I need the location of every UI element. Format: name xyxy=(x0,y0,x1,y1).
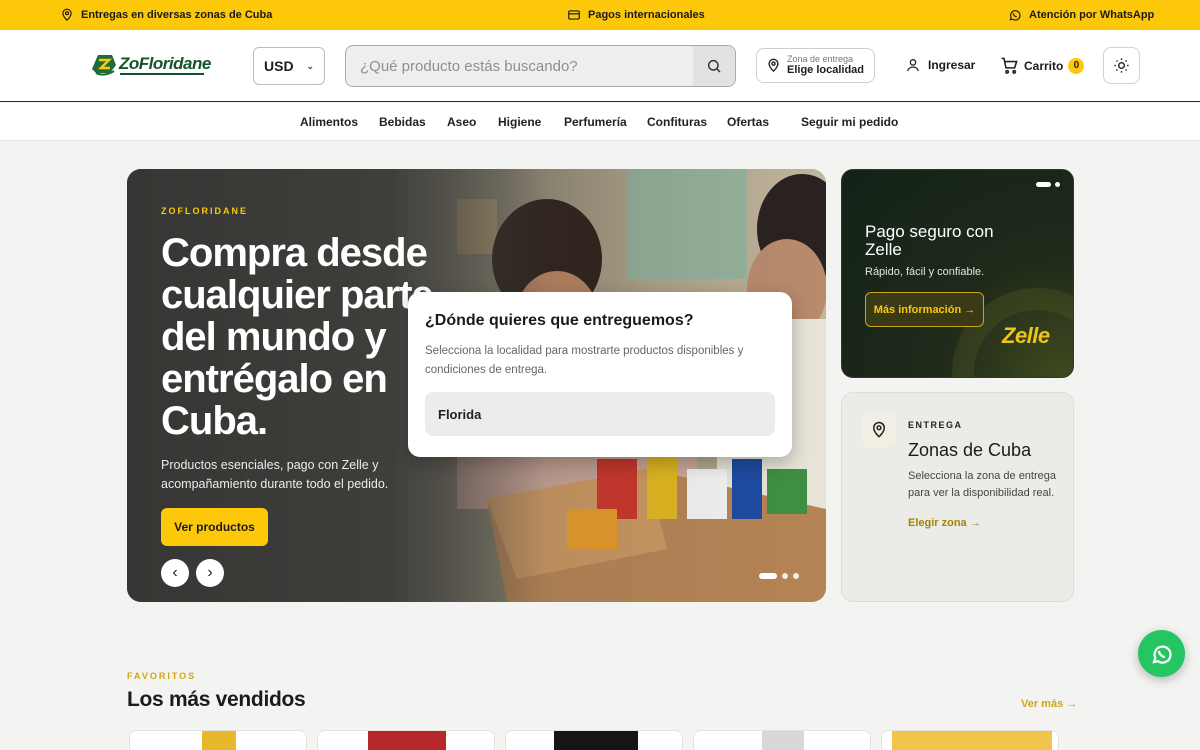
carousel-next-button[interactable]: › xyxy=(196,559,224,587)
carousel-dot[interactable] xyxy=(793,573,799,579)
view-products-button[interactable]: Ver productos xyxy=(161,508,268,546)
zelle-title: Pago seguro con Zelle xyxy=(865,222,994,259)
zelle-brand-logo: Zelle xyxy=(1002,323,1050,348)
nav-item-bebidas[interactable]: Bebidas xyxy=(379,115,426,129)
product-image xyxy=(368,731,446,750)
product-image xyxy=(762,731,804,750)
nav-item-ofertas[interactable]: Ofertas xyxy=(727,115,769,129)
logo-underline xyxy=(120,73,204,75)
delivery-location-button[interactable]: Zona de entrega Elige localidad xyxy=(756,48,875,83)
category-nav: Alimentos Bebidas Aseo Higiene Perfumerí… xyxy=(0,103,1200,141)
currency-value: USD xyxy=(264,58,294,74)
cart-count-badge: 0 xyxy=(1068,57,1085,74)
map-pin-icon xyxy=(768,58,779,73)
bestsellers-title: Los más vendidos xyxy=(127,688,306,711)
product-card[interactable] xyxy=(317,730,495,750)
see-more-link[interactable]: Ver más → xyxy=(1021,698,1077,710)
zones-kicker: ENTREGA xyxy=(908,420,963,430)
whatsapp-float-button[interactable] xyxy=(1138,630,1185,677)
cart-icon xyxy=(1001,57,1018,74)
product-card[interactable] xyxy=(693,730,871,750)
location-option-florida[interactable]: Florida xyxy=(425,392,775,436)
location-caption: Zona de entrega xyxy=(787,54,854,64)
carousel-dot[interactable] xyxy=(1036,182,1051,187)
bestsellers-kicker: FAVORITOS xyxy=(127,671,197,681)
delivery-notice: Entregas en diversas zonas de Cuba xyxy=(60,8,272,22)
currency-select[interactable]: USD ⌄ xyxy=(253,47,325,85)
search-button[interactable] xyxy=(693,46,735,86)
zones-description: Selecciona la zona de entrega para ver l… xyxy=(908,470,1056,499)
login-button[interactable]: Ingresar xyxy=(905,57,975,73)
search-icon xyxy=(707,59,721,73)
more-info-button[interactable]: Más información → xyxy=(865,292,984,327)
zelle-promo-card: Pago seguro con Zelle Rápido, fácil y co… xyxy=(841,169,1074,378)
top-announcement-bar: Entregas en diversas zonas de Cuba Pagos… xyxy=(0,0,1200,30)
nav-item-confituras[interactable]: Confituras xyxy=(647,115,707,129)
map-pin-icon xyxy=(872,421,886,438)
zones-title: Zonas de Cuba xyxy=(908,440,1032,460)
product-card[interactable] xyxy=(505,730,683,750)
nav-item-alimentos[interactable]: Alimentos xyxy=(300,115,358,129)
modal-description: Selecciona la localidad para mostrarte p… xyxy=(425,345,744,376)
chevron-left-icon: ‹ xyxy=(172,564,178,581)
map-pin-icon xyxy=(62,8,72,22)
product-card[interactable] xyxy=(881,730,1059,750)
logo-text: ZoFloridane xyxy=(119,54,211,73)
location-value: Elige localidad xyxy=(787,64,865,76)
product-image xyxy=(554,731,638,750)
carousel-dots xyxy=(759,573,799,579)
payments-notice-text: Pagos internacionales xyxy=(588,9,705,21)
promo-carousel-dots xyxy=(1036,182,1060,187)
sun-icon xyxy=(1114,58,1129,73)
user-icon xyxy=(907,59,919,72)
logo-mark-icon xyxy=(92,55,116,76)
chevron-down-icon: ⌄ xyxy=(306,60,314,71)
location-modal: ¿Dónde quieres que entreguemos? Seleccio… xyxy=(408,292,792,457)
nav-item-aseo[interactable]: Aseo xyxy=(447,115,476,129)
nav-item-track-order[interactable]: Seguir mi pedido xyxy=(801,115,898,129)
cart-label: Carrito xyxy=(1024,58,1064,73)
site-header: ZoFloridane USD ⌄ Zona de entrega Elige … xyxy=(0,30,1200,102)
carousel-dot[interactable] xyxy=(782,573,788,579)
zone-icon-box xyxy=(862,413,896,447)
nav-item-perfumeria[interactable]: Perfumería xyxy=(564,115,627,129)
hero-kicker: ZOFLORIDANE xyxy=(161,206,248,216)
carousel-dot[interactable] xyxy=(1055,182,1060,187)
hero-description: Productos esenciales, pago con Zelle y a… xyxy=(161,458,389,491)
delivery-zones-card: ENTREGA Zonas de Cuba Selecciona la zona… xyxy=(841,392,1074,602)
search-bar xyxy=(345,45,736,87)
carousel-dot[interactable] xyxy=(759,573,777,579)
login-label: Ingresar xyxy=(928,58,976,72)
chevron-right-icon: › xyxy=(207,564,213,581)
zelle-subtitle: Rápido, fácil y confiable. xyxy=(865,266,985,278)
product-image xyxy=(892,731,1052,750)
payments-notice: Pagos internacionales xyxy=(567,8,705,22)
product-card[interactable] xyxy=(129,730,307,750)
site-logo[interactable]: ZoFloridane xyxy=(90,51,211,77)
modal-title: ¿Dónde quieres que entreguemos? xyxy=(425,312,694,329)
cart-button[interactable]: Carrito 0 xyxy=(1000,56,1085,75)
delivery-notice-text: Entregas en diversas zonas de Cuba xyxy=(81,9,273,21)
nav-item-higiene[interactable]: Higiene xyxy=(498,115,541,129)
whatsapp-notice[interactable]: Atención por WhatsApp xyxy=(1008,8,1154,22)
search-input[interactable] xyxy=(346,46,694,86)
credit-card-icon xyxy=(568,10,580,20)
product-image xyxy=(202,731,236,750)
choose-zone-link[interactable]: Elegir zona → xyxy=(908,517,981,529)
carousel-prev-button[interactable]: ‹ xyxy=(161,559,189,587)
whatsapp-notice-text: Atención por WhatsApp xyxy=(1029,9,1155,21)
theme-toggle-button[interactable] xyxy=(1103,47,1140,84)
whatsapp-icon xyxy=(1151,645,1172,664)
whatsapp-icon xyxy=(1009,10,1021,21)
